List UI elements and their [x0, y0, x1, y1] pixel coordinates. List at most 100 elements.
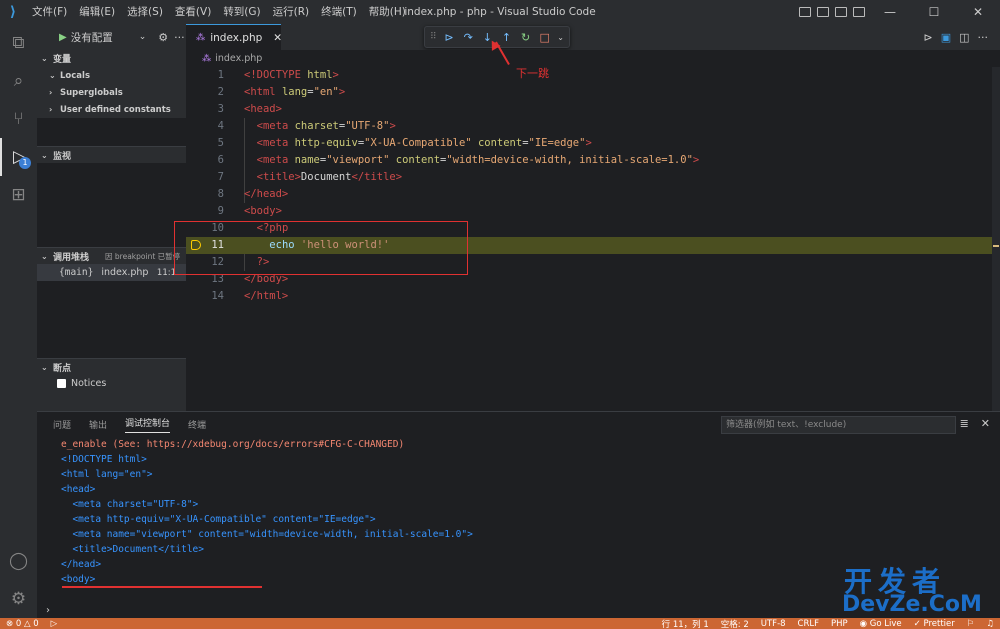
callstack-frame[interactable]: {main} index.php 11:1 [37, 264, 186, 281]
debug-sidebar: ▶ 没有配置 ⌄ ⚙ ··· ⌄ 变量 ⌄ Locals › Superglobals… [37, 24, 186, 411]
tab-problems[interactable]: 问题 [53, 418, 71, 431]
code-line: 7 <title>Document</title> [217, 171, 403, 183]
minimize-button[interactable]: — [868, 0, 912, 24]
source-control-icon[interactable]: ⑂ [0, 100, 37, 138]
editor-scrollbar[interactable] [992, 67, 1000, 411]
notifications-icon[interactable]: ♫ [980, 619, 1000, 629]
settings-gear-icon[interactable]: ⚙ [0, 580, 37, 618]
console-line: <head> [61, 484, 96, 495]
code-line: 1 <!DOCTYPE html> [217, 69, 339, 81]
menu-run[interactable]: 运行(R) [267, 0, 316, 24]
stop-icon[interactable]: □ [538, 31, 551, 44]
toggle-panel-icon[interactable] [817, 7, 829, 17]
menu-help[interactable]: 帮助(H) [363, 0, 412, 24]
gear-icon[interactable]: ⚙ [158, 31, 168, 44]
run-config-select[interactable]: 没有配置 [71, 30, 113, 45]
code-line: 6 <meta name="viewport" content="width=d… [217, 154, 700, 166]
tab-debug-console[interactable]: 调试控制台 [125, 416, 171, 433]
console-line: <meta charset="UTF-8"> [61, 499, 199, 510]
console-line: <meta name="viewport" content="width=dev… [61, 529, 473, 540]
explorer-icon[interactable]: ⧉ [0, 24, 37, 62]
console-line: <html lang="en"> [61, 469, 153, 480]
feedback-icon[interactable]: ⚐ [961, 619, 981, 629]
watch-section-header[interactable]: ⌄ 监视 [37, 146, 186, 163]
watermark-en: DevZe.CoM [842, 592, 982, 617]
end-of-line[interactable]: CRLF [792, 619, 825, 629]
menu-go[interactable]: 转到(G) [217, 0, 266, 24]
code-line: 3 <head> [217, 103, 282, 115]
toggle-secondary-sidebar-icon[interactable] [835, 7, 847, 17]
clear-console-icon[interactable]: ≣ [960, 417, 969, 430]
customize-layout-icon[interactable] [853, 7, 865, 17]
breakpoints-section-header[interactable]: ⌄ 断点 [37, 358, 186, 375]
step-out-icon[interactable]: ↑ [500, 31, 513, 44]
console-error-line: e_enable (See: https://xdebug.org/docs/e… [61, 439, 405, 450]
menu-view[interactable]: 查看(V) [169, 0, 217, 24]
go-live-status[interactable]: ◉ Go Live [854, 619, 908, 629]
checkbox[interactable] [57, 379, 66, 388]
toggle-sidebar-icon[interactable] [799, 7, 811, 17]
search-icon[interactable]: ⌕ [0, 62, 37, 100]
php-file-icon: ⁂ [202, 53, 212, 64]
menu-selection[interactable]: 选择(S) [121, 0, 169, 24]
tab-index-php[interactable]: ⁂ index.php ✕ [186, 24, 282, 50]
close-window-button[interactable]: ✕ [956, 0, 1000, 24]
close-panel-icon[interactable]: ✕ [981, 417, 990, 430]
code-line: 5 <meta http-equiv="X-UA-Compatible" con… [217, 137, 592, 149]
console-line: <meta http-equiv="X-UA-Compatible" conte… [61, 514, 376, 525]
breadcrumb-file[interactable]: index.php [215, 53, 262, 64]
console-line: </head> [61, 559, 102, 570]
vscode-logo-icon: ⟩ [9, 4, 17, 20]
editor-tab-bar: ⁂ index.php ✕ ⠿ ⊳ ↷ ↓ ↑ ↻ □ ⌄ ⊳ ▣ ◫ ··· [186, 24, 1000, 50]
title-bar: ⟩ 文件(F) 编辑(E) 选择(S) 查看(V) 转到(G) 运行(R) 终端… [0, 0, 1000, 24]
extensions-icon[interactable]: ⊞ [0, 176, 37, 214]
debug-status-icon[interactable]: ▷ [45, 619, 64, 629]
menu-edit[interactable]: 编辑(E) [73, 0, 121, 24]
go-live-icon[interactable]: ▣ [941, 31, 951, 44]
chevron-down-icon[interactable]: ⌄ [139, 32, 147, 42]
close-tab-icon[interactable]: ✕ [273, 32, 282, 44]
variables-section-header[interactable]: ⌄ 变量 [37, 50, 186, 67]
code-line: 2 <html lang="en"> [217, 86, 346, 98]
drag-handle-icon[interactable]: ⠿ [430, 32, 437, 42]
indentation[interactable]: 空格: 2 [715, 618, 755, 629]
open-preview-icon[interactable]: ⊳ [923, 31, 932, 44]
variables-user-constants[interactable]: › User defined constants [37, 101, 186, 118]
step-over-icon[interactable]: ↷ [462, 31, 475, 44]
breakpoint-notices[interactable]: Notices [37, 375, 186, 392]
cursor-position[interactable]: 行 11，列 1 [656, 618, 715, 629]
menu-file[interactable]: 文件(F) [26, 0, 73, 24]
php-file-icon: ⁂ [196, 32, 206, 43]
debug-badge: 1 [19, 157, 31, 169]
chevron-down-icon[interactable]: ⌄ [557, 33, 564, 42]
more-actions-icon[interactable]: ··· [978, 31, 989, 44]
restart-icon[interactable]: ↻ [519, 31, 532, 44]
annotation-underline [62, 586, 262, 588]
more-icon[interactable]: ··· [174, 31, 185, 44]
code-line: 14 </html> [211, 290, 289, 302]
console-line: <title>Document</title> [61, 544, 204, 555]
maximize-button[interactable]: ☐ [912, 0, 956, 24]
start-debugging-icon[interactable]: ▶ [59, 32, 67, 43]
filter-input[interactable]: 筛选器(例如 text、!exclude) [721, 416, 956, 434]
frame-name: {main} [59, 267, 94, 278]
annotation-label: 下一跳 [516, 67, 549, 80]
language-mode[interactable]: PHP [825, 619, 854, 629]
console-input-prompt[interactable]: › [46, 605, 50, 616]
highlight-box [174, 221, 468, 275]
run-debug-icon[interactable]: ▷ 1 [0, 138, 37, 176]
tab-output[interactable]: 输出 [89, 418, 107, 431]
variables-locals[interactable]: ⌄ Locals [37, 67, 186, 84]
continue-icon[interactable]: ⊳ [443, 31, 456, 44]
tab-terminal[interactable]: 终端 [188, 418, 206, 431]
prettier-status[interactable]: ✓ Prettier [908, 619, 961, 629]
split-editor-icon[interactable]: ◫ [959, 31, 969, 44]
callstack-section-header[interactable]: ⌄ 调用堆栈因 breakpoint 已暂停 [37, 247, 186, 264]
console-line: <!DOCTYPE html> [61, 454, 147, 465]
encoding[interactable]: UTF-8 [755, 619, 792, 629]
variables-superglobals[interactable]: › Superglobals [37, 84, 186, 101]
account-icon[interactable]: ◯ [0, 542, 37, 580]
code-line: 4 <meta charset="UTF-8"> [217, 120, 396, 132]
menu-terminal[interactable]: 终端(T) [315, 0, 363, 24]
problems-status[interactable]: ⊗ 0 △ 0 [0, 619, 45, 629]
